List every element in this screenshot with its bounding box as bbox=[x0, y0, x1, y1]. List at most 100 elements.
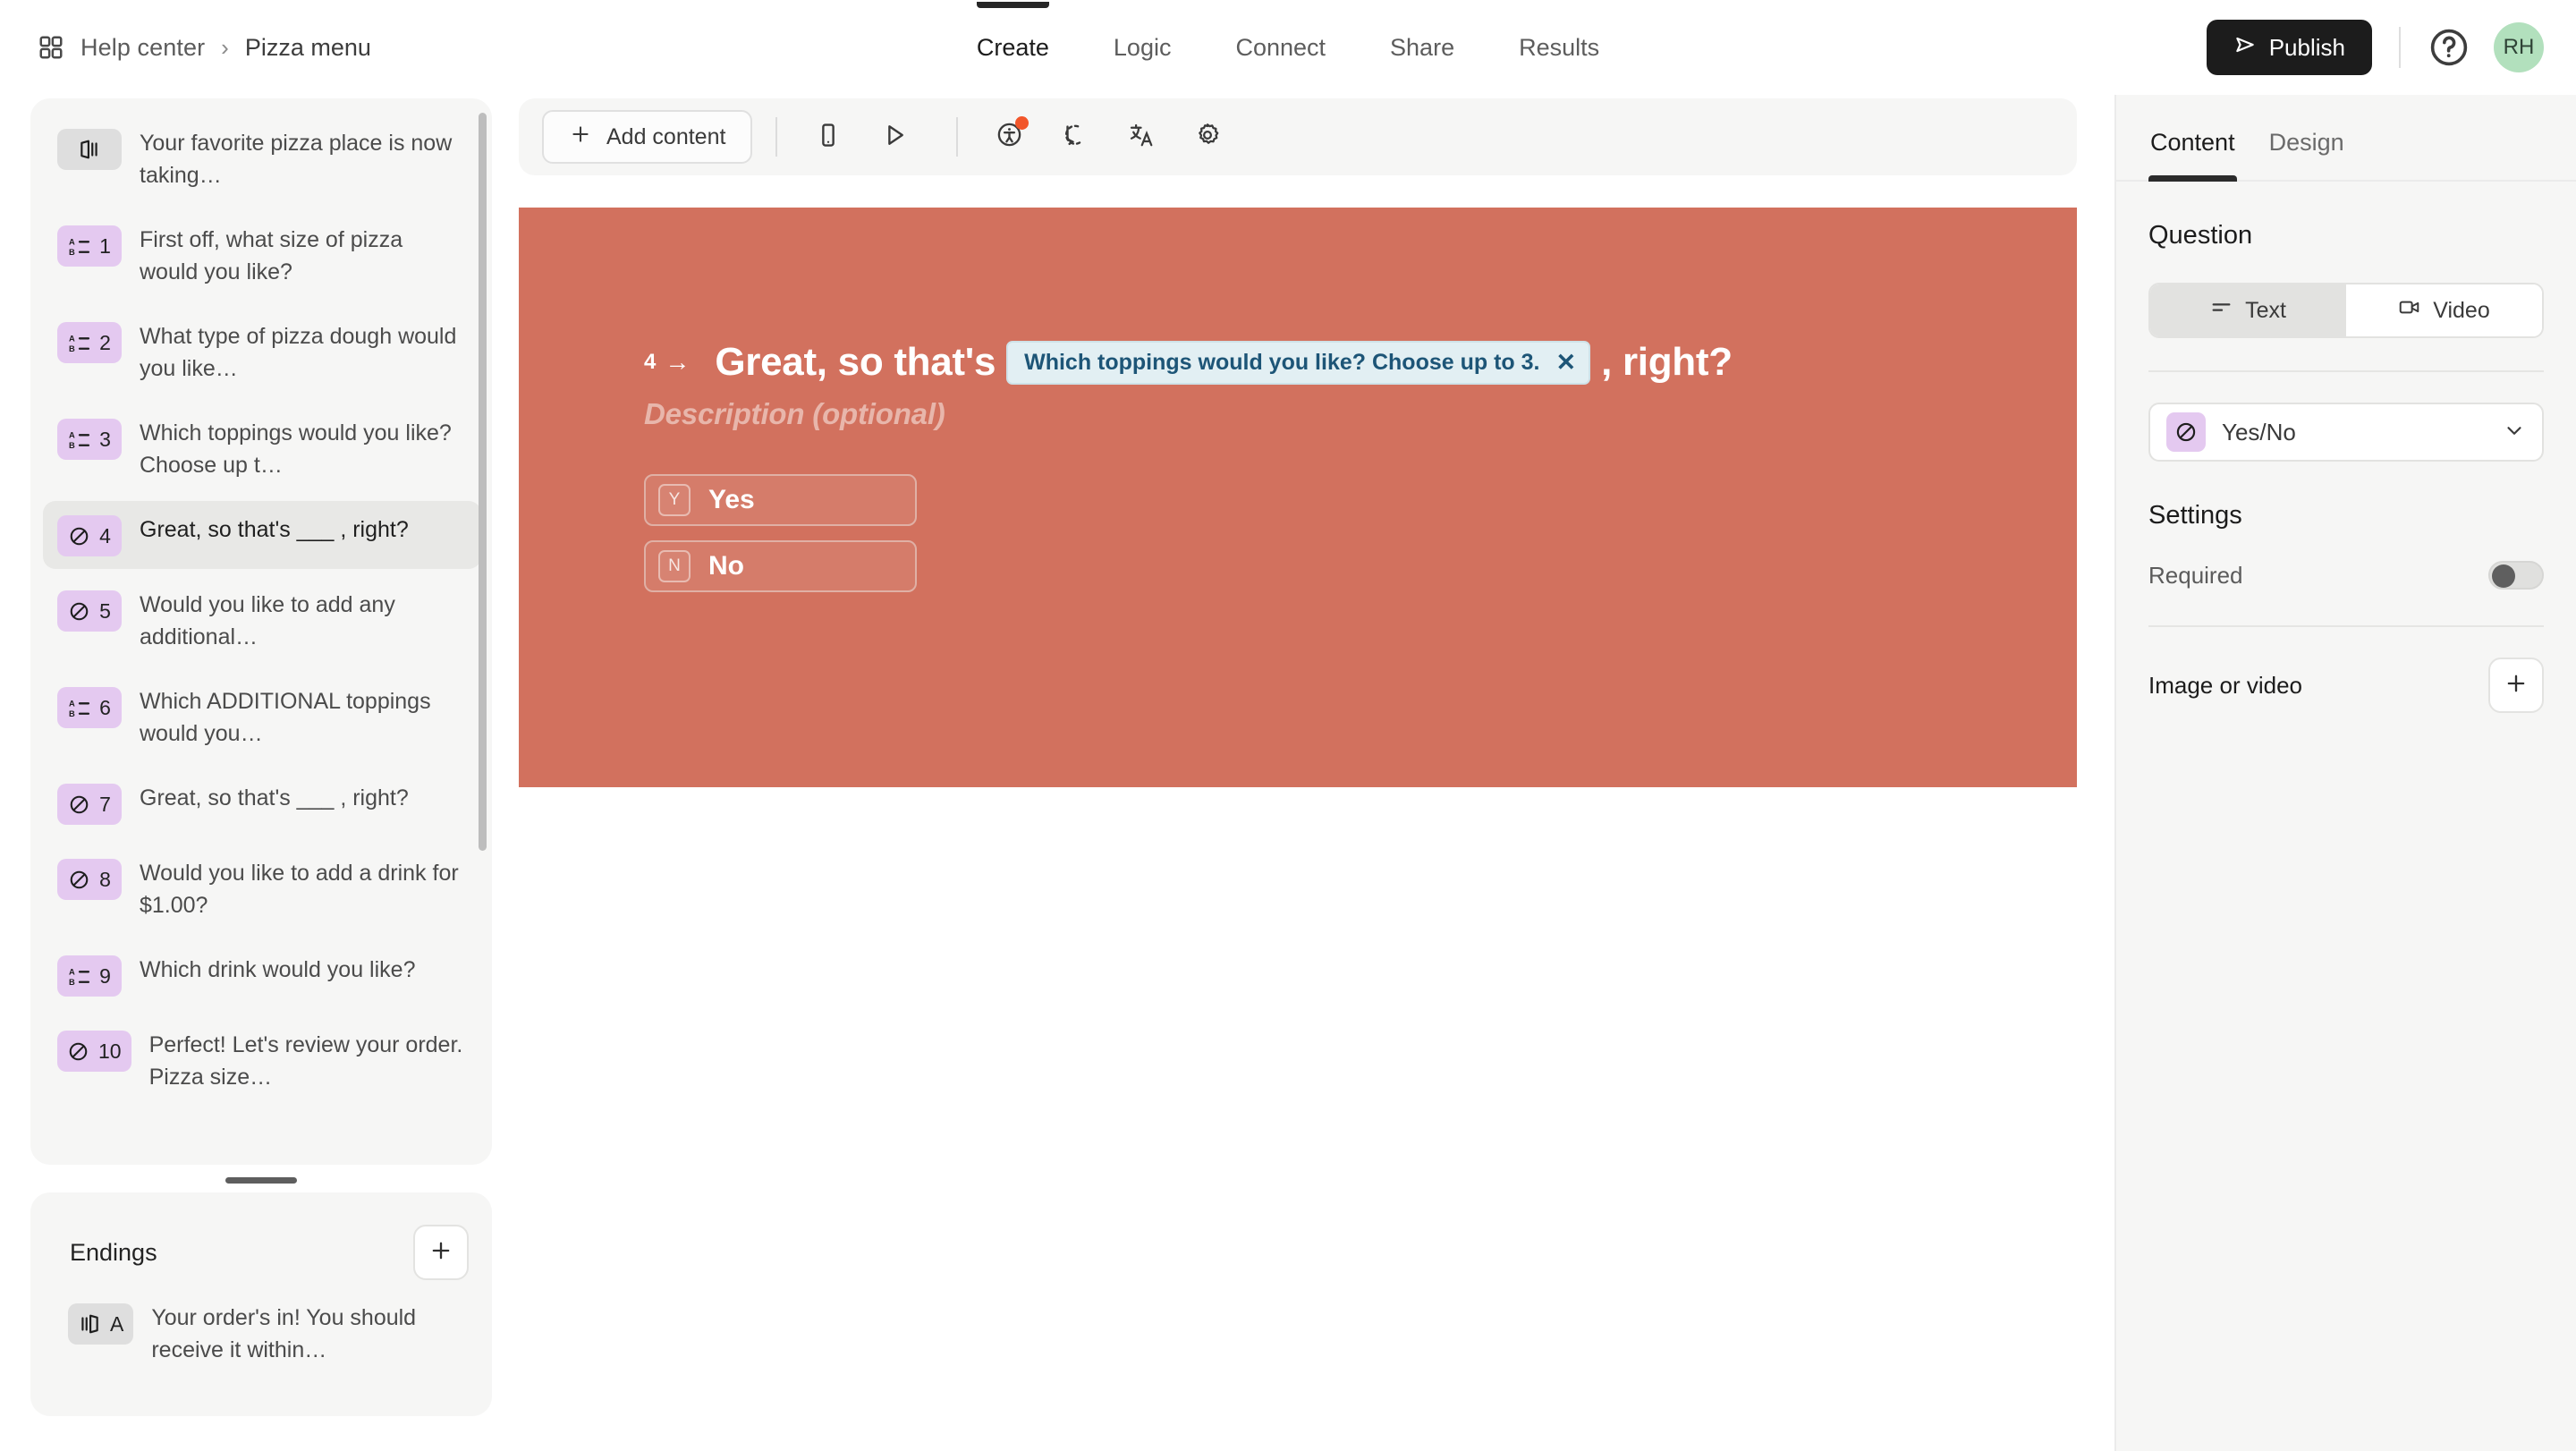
question-section-heading: Question bbox=[2148, 221, 2253, 250]
segment-text-label: Text bbox=[2245, 297, 2286, 323]
settings-gear-icon bbox=[1194, 122, 1221, 153]
sidebar: Your favorite pizza place is now taking…… bbox=[30, 98, 492, 1440]
sidebar-scrollbar[interactable] bbox=[479, 113, 487, 851]
divider bbox=[775, 117, 778, 157]
question-headline: 4 → Great, so that's Which toppings woul… bbox=[644, 340, 2014, 385]
answer-choice-yes[interactable]: Y Yes bbox=[644, 474, 917, 526]
question-title-before[interactable]: Great, so that's bbox=[715, 340, 996, 385]
media-type-segmented-control: Text Video bbox=[2148, 283, 2544, 338]
list-item-selected[interactable]: 4 Great, so that's ___ , right? bbox=[43, 501, 481, 569]
segment-text[interactable]: Text bbox=[2150, 284, 2346, 336]
welcome-screen-icon bbox=[78, 138, 101, 161]
play-preview-icon bbox=[881, 122, 908, 153]
multiple-choice-icon: A B bbox=[68, 332, 90, 354]
tab-results[interactable]: Results bbox=[1508, 2, 1610, 94]
list-item[interactable]: A B 3 Which toppings would you like? Cho… bbox=[43, 404, 481, 494]
multiple-choice-icon: A B bbox=[68, 235, 90, 258]
list-item-label: What type of pizza dough would you like… bbox=[140, 324, 457, 381]
multiple-choice-icon: A B bbox=[68, 429, 90, 451]
add-content-button[interactable]: Add content bbox=[542, 110, 753, 164]
answer-choice-no[interactable]: N No bbox=[644, 540, 917, 592]
list-item-label: Would you like to add any additional… bbox=[140, 592, 395, 649]
translate-button[interactable] bbox=[1114, 109, 1169, 165]
question-number: 5 bbox=[99, 598, 111, 623]
add-image-or-video-button[interactable] bbox=[2488, 658, 2544, 713]
question-number: 10 bbox=[98, 1039, 122, 1063]
close-x-icon[interactable]: ✕ bbox=[1555, 349, 1576, 377]
list-item[interactable]: 8 Would you like to add a drink for $1.0… bbox=[43, 844, 481, 934]
yes-no-icon bbox=[68, 525, 90, 547]
list-item[interactable]: Your favorite pizza place is now taking… bbox=[43, 115, 481, 204]
ending-letter: A bbox=[110, 1311, 124, 1336]
mobile-preview-button[interactable] bbox=[801, 109, 856, 165]
list-item-label: Would you like to add a drink for $1.00? bbox=[140, 861, 459, 918]
tab-design[interactable]: Design bbox=[2267, 120, 2346, 180]
toggle-knob bbox=[2492, 564, 2515, 588]
divider bbox=[956, 117, 959, 157]
accessibility-button[interactable] bbox=[981, 109, 1037, 165]
list-item-label: Great, so that's ___ , right? bbox=[140, 785, 409, 810]
tab-logic[interactable]: Logic bbox=[1103, 2, 1182, 94]
translate-icon bbox=[1128, 122, 1155, 153]
question-title-after[interactable]: , right? bbox=[1601, 340, 1733, 385]
editor-area: Add content 4 → Great, so that's Which t… bbox=[519, 98, 2093, 787]
list-item-label: First off, what size of pizza would you … bbox=[140, 227, 403, 284]
question-type-select[interactable]: Yes/No bbox=[2148, 403, 2544, 462]
answer-choice-label: Yes bbox=[708, 485, 755, 514]
question-badge: A B 3 bbox=[57, 419, 122, 460]
list-item[interactable]: A B 2 What type of pizza dough would you… bbox=[43, 308, 481, 397]
list-item[interactable]: A B 1 First off, what size of pizza woul… bbox=[43, 211, 481, 301]
avatar[interactable]: RH bbox=[2494, 22, 2544, 72]
play-preview-button[interactable] bbox=[867, 109, 922, 165]
list-item[interactable]: 7 Great, so that's ___ , right? bbox=[43, 769, 481, 837]
question-badge: 7 bbox=[57, 784, 122, 825]
question-number: 3 bbox=[99, 427, 111, 451]
answer-choices: Y Yes N No bbox=[644, 474, 2014, 592]
settings-button[interactable] bbox=[1180, 109, 1235, 165]
panel-resize-handle[interactable] bbox=[225, 1177, 297, 1184]
image-or-video-row: Image or video bbox=[2148, 658, 2544, 713]
svg-text:A: A bbox=[69, 430, 75, 439]
recall-chip[interactable]: Which toppings would you like? Choose up… bbox=[1006, 340, 1591, 385]
segment-video[interactable]: Video bbox=[2346, 284, 2542, 336]
panel-body: Question Text Video Yes/No Settings Requ… bbox=[2116, 221, 2576, 713]
text-lines-icon bbox=[2210, 296, 2233, 325]
help-circle-icon[interactable] bbox=[2428, 26, 2470, 69]
question-number: 8 bbox=[99, 867, 111, 891]
avatar-initials: RH bbox=[2503, 35, 2535, 59]
list-item[interactable]: 5 Would you like to add any additional… bbox=[43, 576, 481, 666]
question-badge bbox=[57, 129, 122, 170]
svg-text:A: A bbox=[69, 334, 75, 343]
list-item[interactable]: 10 Perfect! Let's review your order. Piz… bbox=[43, 1016, 481, 1106]
list-item[interactable]: A Your order's in! You should receive it… bbox=[54, 1289, 474, 1379]
settings-section-heading: Settings bbox=[2148, 501, 2242, 530]
question-badge: A B 2 bbox=[57, 322, 122, 363]
tab-share[interactable]: Share bbox=[1379, 2, 1465, 94]
recall-chip-label: Which toppings would you like? Choose up… bbox=[1024, 349, 1540, 375]
question-number: 7 bbox=[99, 792, 111, 816]
list-item-label: Great, so that's ___ , right? bbox=[140, 517, 409, 542]
shortcut-key: N bbox=[658, 550, 691, 582]
tab-connect[interactable]: Connect bbox=[1224, 2, 1336, 94]
list-item-label: Which toppings would you like? Choose up… bbox=[140, 420, 452, 478]
panel-tabs: Content Design bbox=[2116, 95, 2576, 182]
yes-no-icon bbox=[2166, 412, 2206, 452]
tab-create[interactable]: Create bbox=[966, 1, 1060, 94]
required-setting-row: Required bbox=[2148, 561, 2544, 590]
divider bbox=[2148, 625, 2544, 627]
tab-content[interactable]: Content bbox=[2148, 120, 2237, 182]
question-index-number: 4 bbox=[644, 350, 657, 374]
properties-panel: Content Design Question Text Video Yes/N… bbox=[2114, 95, 2576, 1451]
recall-loop-button[interactable] bbox=[1047, 109, 1103, 165]
publish-button[interactable]: Publish bbox=[2206, 20, 2372, 75]
required-toggle[interactable] bbox=[2488, 561, 2544, 590]
add-ending-button[interactable] bbox=[413, 1225, 469, 1280]
question-badge: 8 bbox=[57, 859, 122, 900]
list-item[interactable]: A B 6 Which ADDITIONAL toppings would yo… bbox=[43, 673, 481, 762]
question-badge: 4 bbox=[57, 515, 122, 556]
list-item[interactable]: A B 9 Which drink would you like? bbox=[43, 941, 481, 1009]
description-placeholder[interactable]: Description (optional) bbox=[644, 397, 2014, 431]
endings-title: Endings bbox=[70, 1238, 157, 1266]
ending-screen-icon bbox=[78, 1312, 101, 1336]
svg-text:B: B bbox=[69, 247, 75, 256]
